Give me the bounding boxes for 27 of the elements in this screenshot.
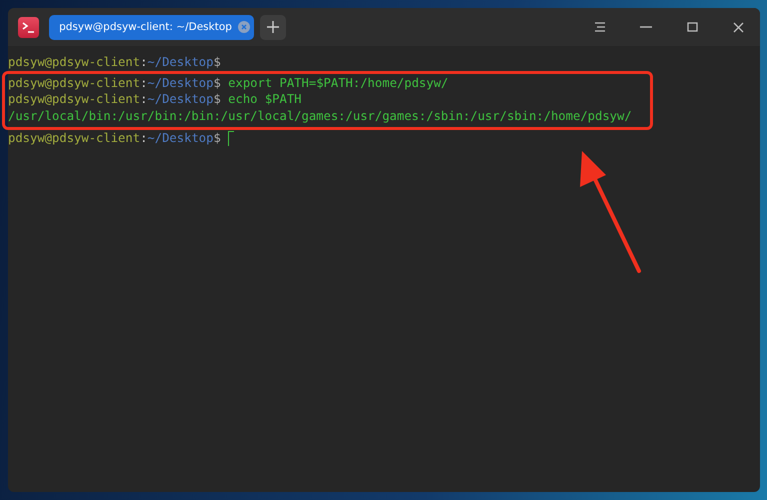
prompt-user-host: pdsyw@pdsyw-client [8,54,140,70]
prompt-path: ~/Desktop [147,130,214,146]
tab-title: pdsyw@pdsyw-client: ~/Desktop [59,21,232,33]
command-text: export PATH=$PATH:/home/pdsyw/ [227,74,448,91]
output-text: /usr/local/bin:/usr/bin:/bin:/usr/local/games:/usr/games:/sbin:/usr/sbin:/home/pdsyw/ [8,108,632,124]
maximize-icon [686,22,698,32]
close-icon [732,22,744,32]
prompt-separator: : [140,130,148,146]
prompt-separator: : [140,91,148,108]
new-tab-button[interactable] [260,14,286,40]
prompt-separator: : [140,74,148,91]
plus-icon [267,21,279,33]
prompt-symbol: $ [213,91,221,108]
prompt-symbol: $ [213,130,221,146]
prompt-symbol: $ [213,74,221,91]
terminal-app-icon [18,16,39,38]
prompt-user-host: pdsyw@pdsyw-client [8,130,140,146]
prompt-symbol: $ [213,54,221,70]
command-text: echo $PATH [227,91,302,108]
prompt-user-host: pdsyw@pdsyw-client [8,91,140,108]
prompt-separator: : [140,54,148,70]
terminal-tab[interactable]: pdsyw@pdsyw-client: ~/Desktop [49,14,254,40]
prompt-path: ~/Desktop [147,91,214,108]
prompt-user-host: pdsyw@pdsyw-client [8,74,140,91]
prompt-path: ~/Desktop [147,54,214,70]
prompt-path: ~/Desktop [147,74,214,91]
menu-icon [594,22,606,32]
